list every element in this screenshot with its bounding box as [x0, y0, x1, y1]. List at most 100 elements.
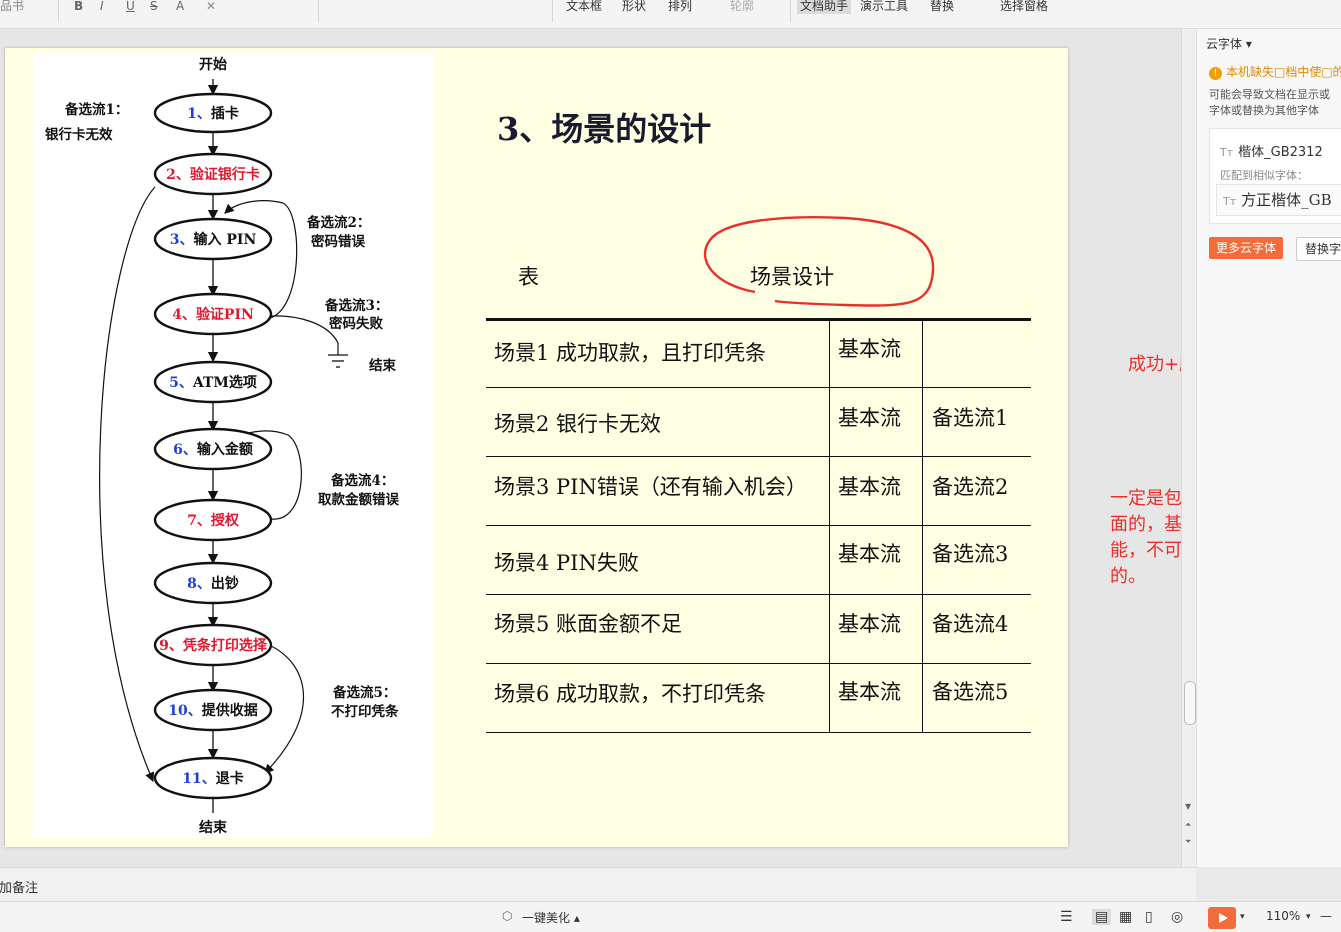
one-click-beautify-button[interactable]: 一键美化 ▴ [522, 909, 580, 926]
status-bar: ⬡ 一键美化 ▴ ☰ ▤ ▦ ▯ ◎ ▾ 110% ▾ — [0, 901, 1341, 932]
flowchart-svg: 开始 结束 1、插卡 2、验证银行卡 3、输入 PIN 4、验证PIN 5、AT… [45, 56, 399, 836]
chevron-down-icon[interactable]: ▾ [1306, 912, 1311, 922]
node-6: 6、输入金额 [173, 441, 253, 458]
table-row: 场景5 账面金额不足 基本流 备选流4 [486, 595, 1031, 664]
selection-pane-button[interactable]: 选择窗格 [1000, 0, 1048, 14]
zoom-level[interactable]: 110% [1266, 909, 1300, 923]
table-row: 场景6 成功取款，不打印凭条 基本流 备选流5 [486, 664, 1031, 733]
panel-title[interactable]: 云字体 ▾ [1206, 35, 1252, 52]
atm-flowchart[interactable]: 开始 结束 1、插卡 2、验证银行卡 3、输入 PIN 4、验证PIN 5、AT… [33, 53, 433, 838]
font-icon: Tт [1223, 195, 1237, 208]
more-cloud-fonts-button[interactable]: 更多云字体 [1209, 237, 1284, 259]
font-match-card[interactable]: Tт 楷体_GB2312 匹配到相似字体： Tт 方正楷体_GB [1209, 128, 1341, 224]
node-1: 1、插卡 [187, 105, 239, 122]
scenario-flow: 基本流 [838, 612, 901, 636]
node-8: 8、出钞 [187, 575, 239, 592]
clear-format-icon[interactable]: ✕ [206, 0, 216, 14]
missing-font-label: 楷体_GB2312 [1238, 145, 1323, 160]
alt3-desc: 密码失败 [328, 315, 383, 332]
add-notes-label[interactable]: 添加备注 [0, 877, 38, 896]
desc-line: 字体或替换为其他字体 [1209, 104, 1319, 117]
next-page-icon[interactable]: ⏷ [1185, 837, 1191, 847]
node-7: 7、授权 [187, 512, 240, 529]
matched-font[interactable]: Tт 方正楷体_GB [1216, 184, 1341, 216]
font-color-button[interactable]: A [176, 0, 184, 14]
scenario-alt: 备选流4 [932, 612, 1009, 636]
scenario-name: 场景1 成功取款，且打印凭条 [494, 341, 767, 365]
scenario-flow: 基本流 [838, 337, 901, 361]
alt5-title: 备选流5： [332, 684, 396, 701]
flow-start-label: 开始 [199, 56, 227, 73]
italic-button[interactable]: I [100, 0, 104, 14]
zoom-out-button[interactable]: — [1320, 909, 1332, 923]
scenario-name: 场景5 账面金额不足 [494, 612, 683, 636]
node-11: 11、退卡 [182, 770, 243, 787]
replace-font-button[interactable]: 替换字 [1296, 237, 1341, 261]
notes-view-icon[interactable]: ☰ [1060, 909, 1073, 925]
strike-button[interactable]: S [150, 0, 158, 14]
node-2: 2、验证银行卡 [166, 166, 260, 183]
scenario-name: 场景6 成功取款，不打印凭条 [494, 682, 767, 706]
vertical-scrollbar[interactable]: ▼ ⏶ ⏷ [1181, 29, 1196, 867]
arrange-menu[interactable]: 排列 [668, 0, 692, 14]
missing-font-warning: ! 本机缺失□档中使□的 [1209, 63, 1341, 80]
scenario-name: 场景3 PIN错误（还有输入机会） [494, 475, 807, 499]
scenario-alt: 备选流1 [932, 406, 1009, 430]
alt2-desc: 密码错误 [310, 233, 365, 250]
play-slideshow-button[interactable] [1208, 907, 1236, 929]
reading-view-icon[interactable]: ▯ [1145, 909, 1153, 925]
doc-assistant-button[interactable]: 文档助手 [797, 0, 852, 14]
toolbar-cut-label: 品书 [0, 0, 25, 13]
alt1-desc: 银行卡无效 [45, 126, 113, 143]
table-row: 场景4 PIN失败 基本流 备选流3 [486, 526, 1031, 595]
alt3-end: 结束 [369, 357, 396, 374]
toolbar-separator [318, 0, 319, 22]
alt5-desc: 不打印凭条 [331, 703, 399, 720]
flow-end-label: 结束 [199, 819, 228, 836]
missing-font-name: Tт 楷体_GB2312 [1220, 141, 1323, 160]
table-label: 表 [518, 265, 539, 289]
notes-bar[interactable]: 添加备注 [0, 867, 1196, 902]
sorter-view-icon[interactable]: ▦ [1119, 909, 1132, 925]
node-3: 3、输入 PIN [170, 231, 257, 248]
scenario-alt: 备选流3 [932, 542, 1009, 566]
shape-menu[interactable]: 形状 [622, 0, 646, 14]
font-icon: Tт [1220, 146, 1234, 159]
toolbar-separator [58, 0, 59, 22]
table-column-divider [829, 319, 830, 732]
desc-line: 可能会导致文档在显示或 [1209, 88, 1330, 101]
presentation-tools-menu[interactable]: 演示工具 [860, 0, 908, 14]
alt3-title: 备选流3： [324, 297, 388, 314]
textbox-menu[interactable]: 文本框 [566, 0, 602, 14]
node-9: 9、凭条打印选择 [159, 637, 268, 654]
scenario-name: 场景4 PIN失败 [494, 551, 639, 575]
slide[interactable]: 开始 结束 1、插卡 2、验证银行卡 3、输入 PIN 4、验证PIN 5、AT… [5, 48, 1068, 847]
node-10: 10、提供收据 [168, 702, 257, 719]
scroll-down-icon[interactable]: ▼ [1185, 802, 1191, 811]
scenario-flow: 基本流 [838, 406, 901, 430]
scenario-flow: 基本流 [838, 475, 901, 499]
red-circle-annotation[interactable] [695, 215, 945, 315]
chevron-down-icon[interactable]: ▾ [1240, 912, 1245, 922]
table-row: 场景1 成功取款，且打印凭条 基本流 [486, 319, 1031, 388]
underline-button[interactable]: U [126, 0, 135, 14]
node-5: 5、ATM选项 [169, 374, 257, 391]
cloud-font-panel: 云字体 ▾ ! 本机缺失□档中使□的 可能会导致文档在显示或 字体或替换为其他字体… [1196, 29, 1341, 867]
scenario-flow: 基本流 [838, 542, 901, 566]
outline-menu[interactable]: 轮廓 [730, 0, 754, 14]
scrollbar-thumb[interactable] [1184, 681, 1196, 725]
toolbar-separator [790, 0, 791, 22]
normal-view-icon[interactable]: ▤ [1092, 909, 1112, 925]
bold-button[interactable]: B [74, 0, 83, 14]
warning-icon: ! [1209, 67, 1222, 80]
present-view-icon[interactable]: ◎ [1171, 909, 1183, 925]
scenario-alt: 备选流5 [932, 680, 1009, 704]
slide-title[interactable]: 3、场景的设计 [497, 104, 711, 150]
replace-menu[interactable]: 替换 [930, 0, 954, 14]
alt4-title: 备选流4： [330, 472, 394, 489]
prev-page-icon[interactable]: ⏶ [1185, 820, 1191, 830]
ribbon-toolbar: 品书 B I U S A ✕ 文本框 形状 排列 轮廓 文档助手 演示工具 替换… [0, 0, 1341, 29]
beautify-icon[interactable]: ⬡ [502, 909, 512, 923]
match-label: 匹配到相似字体： [1220, 169, 1308, 182]
warning-description: 可能会导致文档在显示或 字体或替换为其他字体 [1209, 87, 1330, 119]
